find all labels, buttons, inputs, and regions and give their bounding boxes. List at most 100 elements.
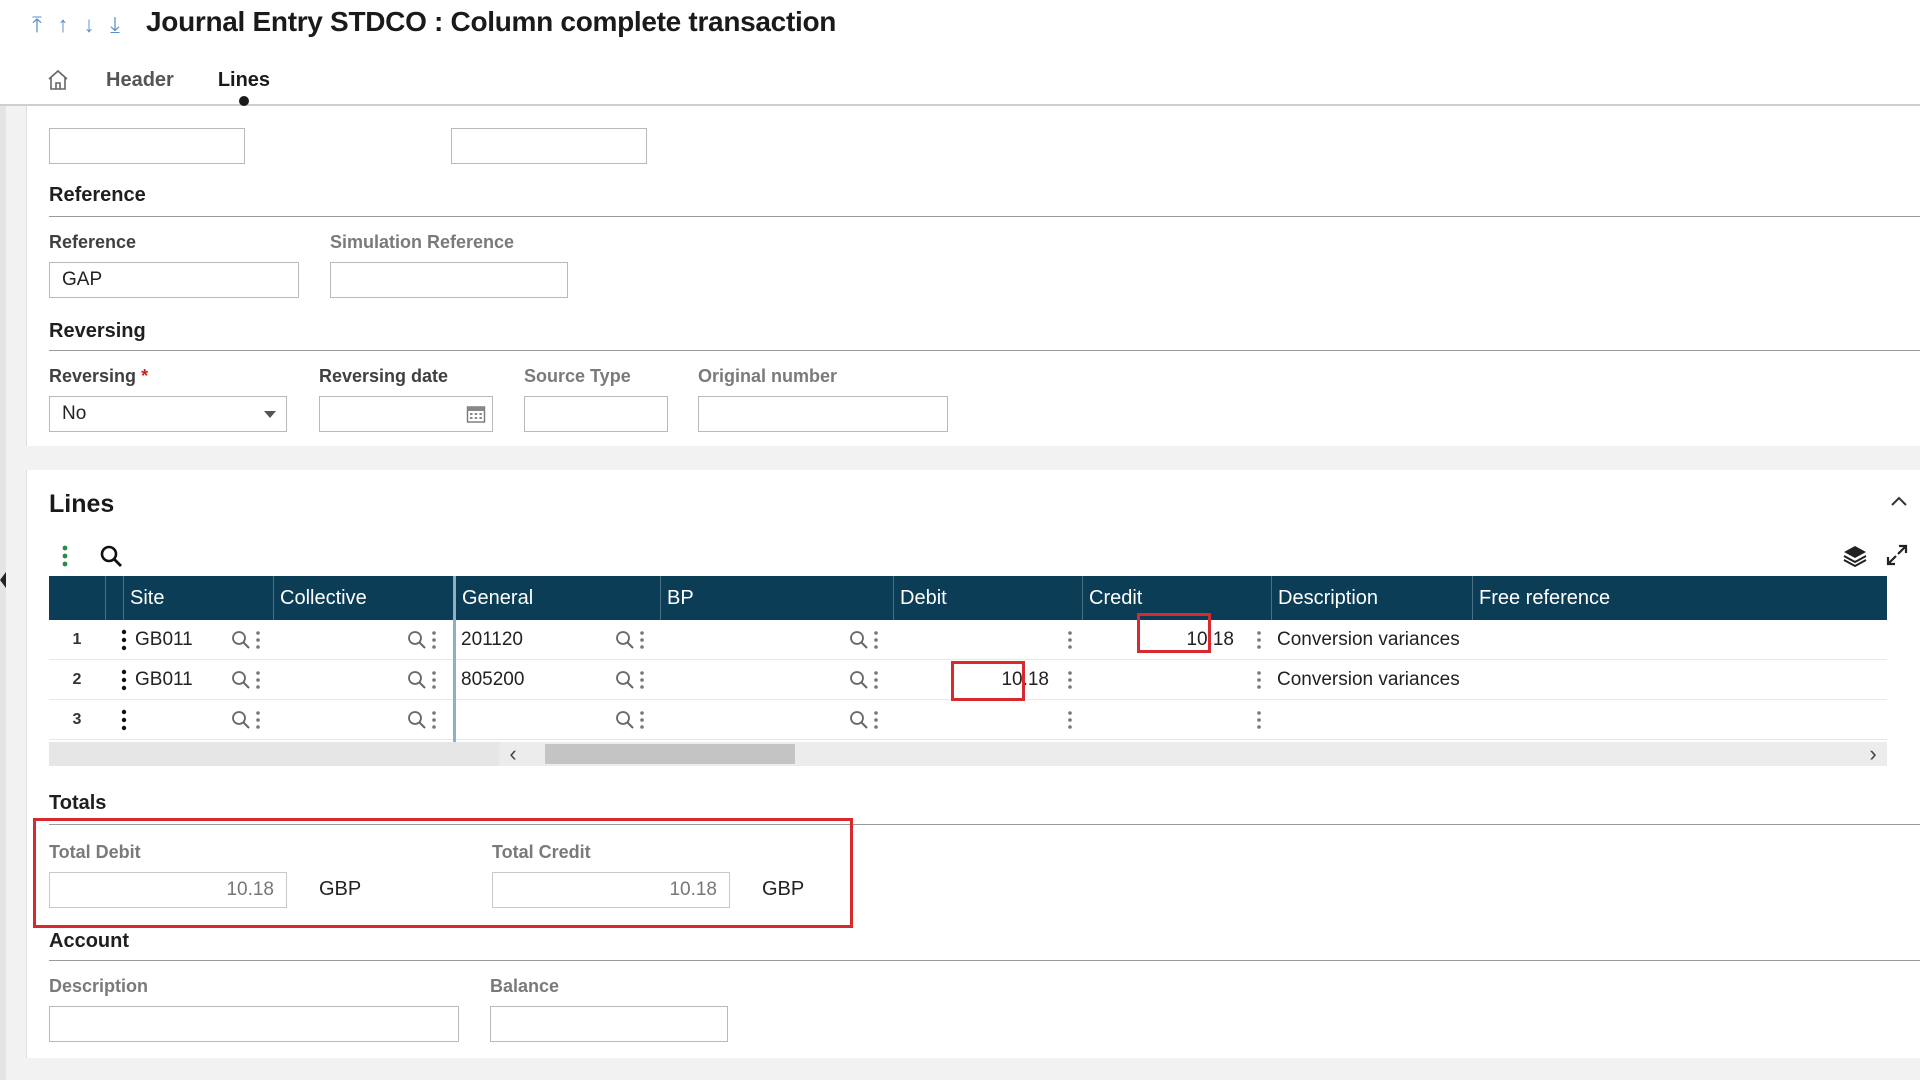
next-record-icon[interactable]: ↓ — [80, 12, 98, 38]
collective-cell[interactable] — [279, 660, 399, 700]
magnifier-icon[interactable] — [407, 670, 427, 690]
row-actions-icon[interactable] — [121, 709, 127, 731]
table-row[interactable]: 3 — [49, 700, 1887, 740]
reference-divider — [49, 216, 1920, 217]
vertical-dots-icon[interactable] — [1256, 670, 1262, 690]
bp-cell[interactable] — [666, 660, 826, 700]
tab-lines[interactable]: Lines — [218, 69, 270, 106]
required-marker: * — [141, 366, 149, 386]
bp-cell[interactable] — [666, 700, 826, 740]
previous-record-icon[interactable]: ↑ — [54, 12, 72, 38]
vertical-dots-icon[interactable] — [639, 710, 645, 730]
account-divider — [49, 960, 1920, 961]
scroll-left-icon[interactable]: ‹ — [503, 742, 523, 766]
description-cell[interactable] — [1277, 700, 1477, 740]
chevron-down-icon[interactable] — [264, 411, 276, 418]
lines-panel: Lines Site Collective General BP Debit C… — [26, 470, 1920, 1058]
magnifier-icon[interactable] — [615, 670, 635, 690]
general-cell[interactable]: 201120 — [461, 620, 601, 660]
magnifier-icon[interactable] — [231, 630, 251, 650]
magnifier-icon[interactable] — [849, 710, 869, 730]
magnifier-icon[interactable] — [407, 710, 427, 730]
calendar-icon[interactable] — [466, 404, 486, 424]
left-edge — [0, 106, 6, 1080]
vertical-dots-icon[interactable] — [1067, 670, 1073, 690]
vertical-dots-icon[interactable] — [431, 630, 437, 650]
sidebar-toggle-handle[interactable] — [0, 572, 6, 588]
description-cell[interactable]: Conversion variances — [1277, 660, 1477, 700]
search-icon[interactable] — [99, 544, 123, 568]
top-field-2[interactable] — [451, 128, 647, 164]
magnifier-icon[interactable] — [231, 710, 251, 730]
collective-cell[interactable] — [279, 700, 399, 740]
layers-icon[interactable] — [1842, 544, 1868, 568]
source-type-input[interactable] — [524, 396, 668, 432]
row-actions-icon[interactable] — [121, 669, 127, 691]
site-cell[interactable] — [135, 700, 235, 740]
magnifier-icon[interactable] — [615, 630, 635, 650]
grid-actions-icon[interactable] — [61, 544, 69, 568]
reversing-select[interactable]: No — [49, 396, 287, 432]
debit-highlight-box — [951, 661, 1025, 701]
vertical-dots-icon[interactable] — [873, 710, 879, 730]
description-cell[interactable]: Conversion variances — [1277, 620, 1477, 660]
balance-input[interactable] — [490, 1006, 728, 1042]
column-header-collective[interactable]: Collective — [273, 576, 451, 620]
debit-cell[interactable] — [899, 700, 1049, 740]
vertical-dots-icon[interactable] — [255, 670, 261, 690]
vertical-dots-icon[interactable] — [1256, 630, 1262, 650]
vertical-dots-icon[interactable] — [431, 710, 437, 730]
magnifier-icon[interactable] — [849, 670, 869, 690]
collective-cell[interactable] — [279, 620, 399, 660]
magnifier-icon[interactable] — [849, 630, 869, 650]
last-record-icon[interactable]: ⤓ — [106, 12, 124, 38]
expand-icon[interactable] — [1886, 544, 1908, 566]
vertical-dots-icon[interactable] — [431, 670, 437, 690]
row-actions-icon[interactable] — [121, 629, 127, 651]
vertical-dots-icon[interactable] — [1067, 630, 1073, 650]
vertical-dots-icon[interactable] — [639, 630, 645, 650]
first-record-icon[interactable]: ⤒ — [28, 12, 46, 38]
top-field-1[interactable] — [49, 128, 245, 164]
original-number-input[interactable] — [698, 396, 948, 432]
scroll-right-icon[interactable]: › — [1863, 742, 1883, 766]
reversing-date-input[interactable] — [319, 396, 493, 432]
debit-cell[interactable] — [899, 620, 1049, 660]
magnifier-icon[interactable] — [407, 630, 427, 650]
header-details-panel: Reference Reference GAP Simulation Refer… — [26, 106, 1920, 446]
column-header-site[interactable]: Site — [123, 576, 271, 620]
horizontal-scrollbar[interactable]: ‹ › — [49, 742, 1887, 766]
vertical-dots-icon[interactable] — [873, 670, 879, 690]
chevron-up-icon[interactable] — [1890, 494, 1908, 508]
general-cell[interactable] — [461, 700, 601, 740]
column-header-bp[interactable]: BP — [660, 576, 892, 620]
balance-label: Balance — [490, 976, 560, 996]
site-cell[interactable]: GB011 — [135, 620, 235, 660]
column-header-rownum — [49, 576, 105, 620]
vertical-dots-icon[interactable] — [873, 630, 879, 650]
reference-input[interactable]: GAP — [49, 262, 299, 298]
general-cell[interactable]: 805200 — [461, 660, 601, 700]
vertical-dots-icon[interactable] — [639, 670, 645, 690]
home-icon[interactable] — [46, 68, 70, 92]
magnifier-icon[interactable] — [231, 670, 251, 690]
vertical-dots-icon[interactable] — [255, 710, 261, 730]
vertical-dots-icon[interactable] — [255, 630, 261, 650]
column-header-general[interactable]: General — [455, 576, 659, 620]
column-header-free-reference[interactable]: Free reference — [1472, 576, 1887, 620]
credit-cell[interactable] — [1089, 700, 1234, 740]
vertical-dots-icon[interactable] — [1067, 710, 1073, 730]
column-header-description[interactable]: Description — [1271, 576, 1471, 620]
simulation-reference-input[interactable] — [330, 262, 568, 298]
column-header-debit[interactable]: Debit — [893, 576, 1081, 620]
magnifier-icon[interactable] — [615, 710, 635, 730]
vertical-dots-icon[interactable] — [1256, 710, 1262, 730]
site-cell[interactable]: GB011 — [135, 660, 235, 700]
table-row[interactable]: 1 GB011 201120 10.18 Conversion variance… — [49, 620, 1887, 660]
column-header-actions — [105, 576, 115, 620]
account-description-input[interactable] — [49, 1006, 459, 1042]
credit-cell[interactable] — [1089, 660, 1234, 700]
bp-cell[interactable] — [666, 620, 826, 660]
tab-header[interactable]: Header — [106, 69, 174, 92]
scrollbar-thumb[interactable] — [545, 744, 795, 764]
